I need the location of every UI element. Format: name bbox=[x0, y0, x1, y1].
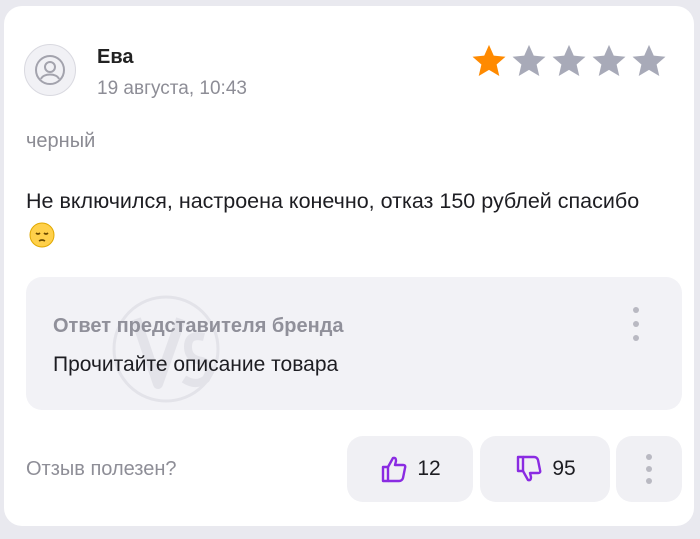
star-icon bbox=[592, 44, 626, 77]
star-icon bbox=[472, 44, 506, 77]
dot-icon bbox=[646, 454, 652, 460]
user-icon bbox=[35, 55, 65, 85]
more-vertical-icon bbox=[646, 454, 652, 484]
like-count: 12 bbox=[417, 457, 441, 480]
more-options-button[interactable] bbox=[616, 436, 682, 502]
star-icon bbox=[632, 44, 666, 77]
review-card: Ева 19 августа, 10:43 черный Не включилс… bbox=[4, 6, 694, 526]
dislike-count: 95 bbox=[552, 457, 576, 480]
dot-icon bbox=[633, 321, 639, 327]
reply-more-button[interactable] bbox=[632, 307, 640, 341]
dot-icon bbox=[633, 335, 639, 341]
avatar[interactable] bbox=[24, 44, 76, 96]
thumbs-up-icon bbox=[382, 456, 407, 483]
product-variant: черный bbox=[26, 130, 96, 152]
star-rating bbox=[470, 42, 668, 80]
dot-icon bbox=[646, 478, 652, 484]
dislike-button[interactable]: 95 bbox=[480, 436, 610, 502]
brand-reply: Ответ представителя бренда Прочитайте оп… bbox=[26, 277, 682, 410]
review-text-block: Не включился, настроена конечно, отказ 1… bbox=[26, 184, 666, 259]
thumbs-down-icon bbox=[517, 455, 542, 482]
dot-icon bbox=[646, 466, 652, 472]
star-icon bbox=[512, 44, 546, 77]
review-date: 19 августа, 10:43 bbox=[97, 78, 247, 99]
helpful-label: Отзыв полезен? bbox=[26, 458, 177, 480]
watermark-logo bbox=[112, 295, 220, 403]
author-name: Ева bbox=[97, 46, 134, 68]
brand-reply-title: Ответ представителя бренда bbox=[53, 315, 344, 337]
dot-icon bbox=[633, 307, 639, 313]
pensive-face-icon bbox=[29, 222, 55, 259]
brand-reply-text: Прочитайте описание товара bbox=[53, 353, 339, 376]
like-button[interactable]: 12 bbox=[347, 436, 473, 502]
star-icon bbox=[552, 44, 586, 77]
review-text: Не включился, настроена конечно, отказ 1… bbox=[26, 189, 640, 213]
